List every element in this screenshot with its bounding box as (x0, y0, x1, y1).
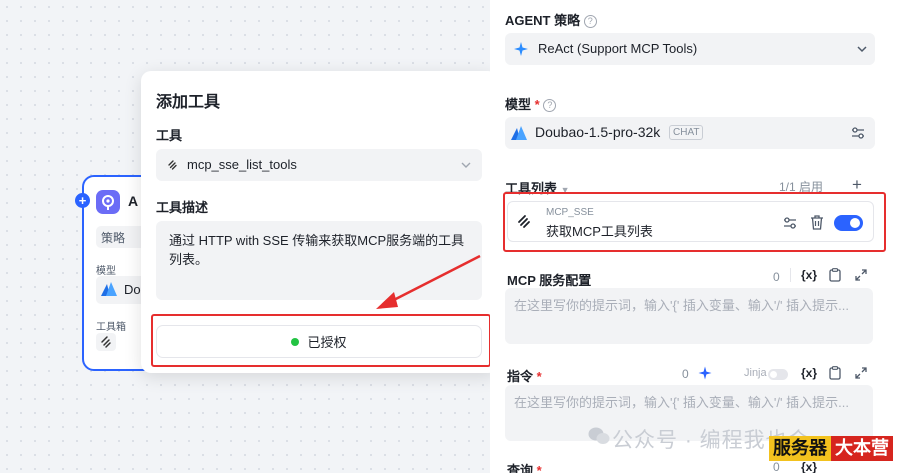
agent-strategy-value: ReAct (Support MCP Tools) (538, 41, 698, 56)
authorized-button[interactable]: 已授权 (156, 325, 482, 358)
node-model-label: 模型 (96, 266, 116, 277)
watermark-badge-1: 服务器 (769, 436, 831, 461)
react-sparkle-icon (513, 41, 529, 57)
mcp-config-placeholder: 在这里写你的提示词，输入'{' 插入变量、输入'/' 插入提示... (514, 298, 849, 313)
mcp-config-label: MCP 服务配置 (507, 273, 592, 288)
query-count: 0 (773, 460, 780, 473)
ai-sparkle-icon[interactable] (698, 366, 712, 380)
chevron-down-icon (460, 159, 472, 171)
node-model-value: Do (124, 281, 141, 297)
insert-variable-button[interactable]: {x} (801, 460, 817, 473)
node-mcp-icon (96, 333, 116, 351)
tool-desc-label: 工具描述 (156, 200, 209, 215)
doubao-logo-icon (510, 125, 528, 141)
insert-variable-button[interactable]: {x} (801, 268, 817, 282)
instruction-heading: 指令 * (507, 369, 542, 384)
tool-item[interactable]: MCP_SSE 获取MCP工具列表 (507, 201, 874, 242)
query-heading: 查询 * (507, 460, 542, 473)
trash-icon[interactable] (810, 215, 824, 230)
tool-select[interactable]: mcp_sse_list_tools (156, 149, 482, 181)
doubao-logo-icon (101, 282, 117, 296)
agent-strategy-heading: AGENT 策略 ? (505, 10, 597, 29)
authorized-label: 已授权 (307, 335, 347, 350)
help-icon[interactable]: ? (583, 15, 597, 28)
mcp-icon (166, 158, 180, 172)
query-label: 查询 (507, 463, 534, 473)
clipboard-icon[interactable] (829, 268, 841, 282)
help-icon[interactable]: ? (543, 99, 557, 112)
tool-enable-toggle[interactable] (834, 215, 863, 231)
mcp-config-count: 0 (773, 270, 780, 284)
clipboard-icon[interactable] (829, 366, 841, 380)
agent-strategy-select[interactable]: ReAct (Support MCP Tools) (505, 33, 875, 65)
jinja-toggle[interactable] (768, 369, 788, 380)
tool-label: 工具 (156, 128, 183, 143)
wechat-icon (588, 426, 610, 446)
model-value: Doubao-1.5-pro-32k (535, 124, 661, 140)
divider (790, 268, 791, 282)
node-toolbox-label: 工具箱 (96, 322, 126, 333)
model-heading: 模型 * ? (505, 94, 557, 113)
expand-icon[interactable] (855, 269, 867, 281)
popover-title: 添加工具 (156, 94, 221, 111)
instruction-count: 0 (682, 367, 689, 381)
agent-node-icon (96, 190, 120, 214)
mcp-icon (515, 212, 535, 232)
model-select[interactable]: Doubao-1.5-pro-32k CHAT (505, 117, 875, 149)
agent-strategy-label: AGENT 策略 (505, 13, 581, 28)
mcp-config-input[interactable]: 在这里写你的提示词，输入'{' 插入变量、输入'/' 插入提示... (505, 288, 873, 344)
chevron-down-icon (856, 43, 868, 55)
status-dot-icon (291, 337, 300, 346)
model-tag: CHAT (669, 125, 704, 140)
tool-select-value: mcp_sse_list_tools (187, 157, 297, 172)
model-label: 模型 (505, 97, 532, 112)
model-settings-icon[interactable] (851, 126, 865, 140)
expand-icon[interactable] (855, 367, 867, 379)
annotation-arrow-icon (376, 254, 481, 309)
add-node-icon[interactable]: + (75, 193, 90, 208)
insert-variable-button[interactable]: {x} (801, 366, 817, 380)
watermark-badge-2: 大本营 (831, 436, 893, 461)
jinja-label: Jinja (744, 367, 767, 379)
tool-settings-icon[interactable] (783, 216, 797, 230)
instruction-placeholder: 在这里写你的提示词，输入'{' 插入变量、输入'/' 插入提示... (514, 395, 849, 410)
tool-provider: MCP_SSE (546, 207, 594, 218)
instruction-label: 指令 (507, 369, 534, 384)
tool-name: 获取MCP工具列表 (546, 224, 653, 239)
agent-node-title: A (128, 193, 139, 209)
